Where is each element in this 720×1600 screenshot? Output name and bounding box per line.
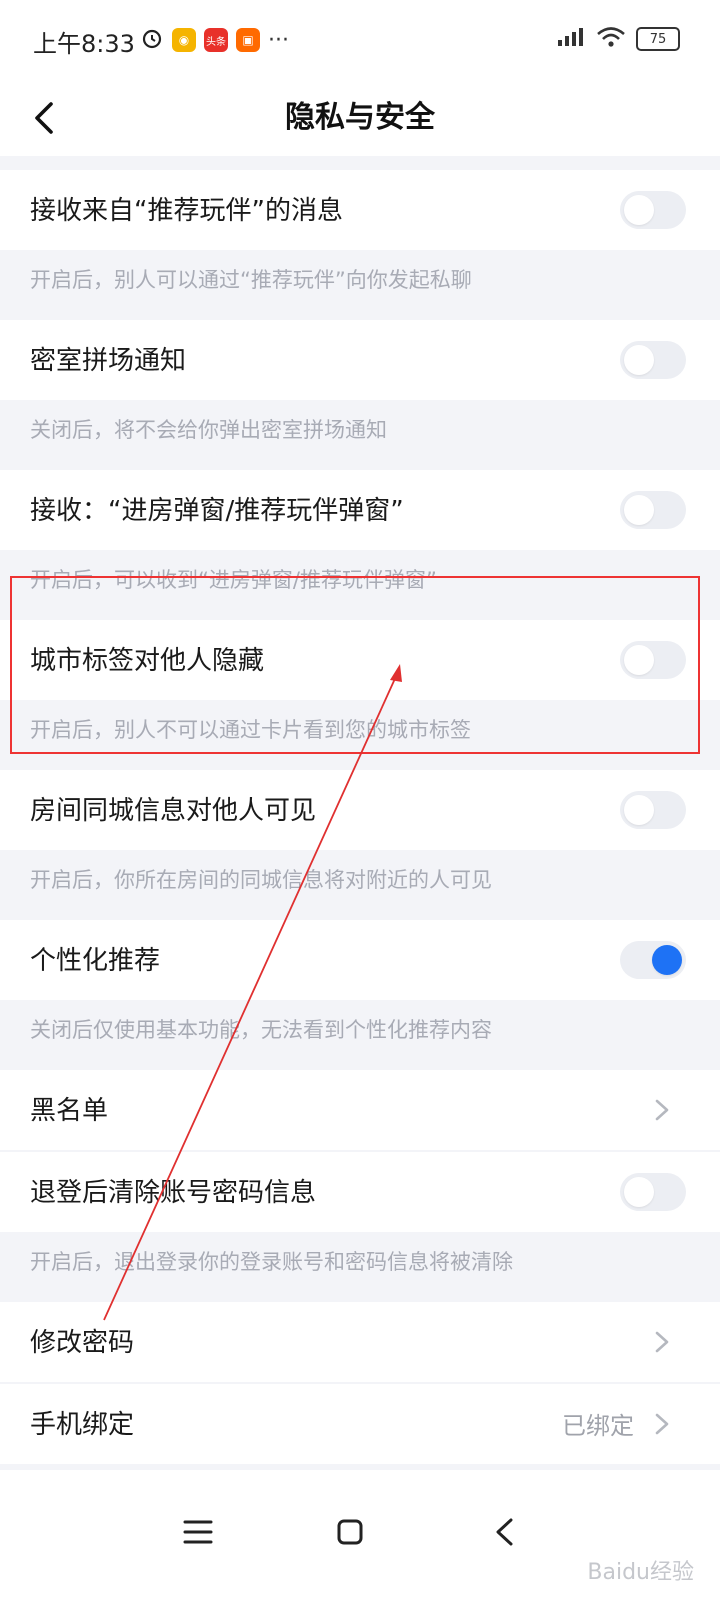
more-notifications-icon: ··· bbox=[268, 27, 289, 53]
description-text: 关闭后仅使用基本功能，无法看到个性化推荐内容 bbox=[30, 1018, 492, 1042]
setting-label: 密室拼场通知 bbox=[30, 346, 187, 376]
kuaishou-icon: ▣ bbox=[236, 28, 260, 52]
settings-list: 接收来自“推荐玩伴”的消息 开启后，别人可以通过“推荐玩伴”向你发起私聊 密室拼… bbox=[0, 170, 720, 1464]
escape-room-notify-toggle[interactable] bbox=[620, 341, 686, 379]
signal-icon bbox=[554, 26, 586, 52]
setting-label: 房间同城信息对他人可见 bbox=[30, 796, 317, 826]
setting-label: 退登后清除账号密码信息 bbox=[30, 1178, 317, 1208]
weibo-icon: ◉ bbox=[172, 28, 196, 52]
header: 隐私与安全 bbox=[0, 80, 720, 156]
description-text: 开启后，退出登录你的登录账号和密码信息将被清除 bbox=[30, 1250, 513, 1274]
description-text: 开启后，别人可以通过“推荐玩伴”向你发起私聊 bbox=[30, 268, 472, 292]
toggle-knob bbox=[624, 1177, 654, 1207]
setting-label: 个性化推荐 bbox=[30, 946, 161, 976]
setting-description: 关闭后仅使用基本功能，无法看到个性化推荐内容 bbox=[0, 1000, 720, 1070]
popup-receive-toggle[interactable] bbox=[620, 491, 686, 529]
setting-row-personalized: 个性化推荐 bbox=[0, 920, 720, 1000]
setting-label: 接收：“进房弹窗/推荐玩伴弹窗” bbox=[30, 496, 404, 526]
toggle-knob bbox=[624, 645, 654, 675]
setting-label: 城市标签对他人隐藏 bbox=[30, 646, 265, 676]
toggle-knob bbox=[624, 195, 654, 225]
hide-city-tag-toggle[interactable] bbox=[620, 641, 686, 679]
setting-row-blacklist[interactable]: 黑名单 bbox=[0, 1070, 720, 1150]
binding-status: 已绑定 bbox=[562, 1412, 634, 1440]
toggle-knob bbox=[624, 495, 654, 525]
description-text: 开启后，可以收到“进房弹窗/推荐玩伴弹窗” bbox=[30, 568, 437, 592]
setting-description: 开启后，你所在房间的同城信息将对附近的人可见 bbox=[0, 850, 720, 920]
setting-row-escape-room-notify: 密室拼场通知 bbox=[0, 320, 720, 400]
description-text: 开启后，你所在房间的同城信息将对附近的人可见 bbox=[30, 868, 492, 892]
home-square-icon bbox=[337, 1519, 363, 1545]
status-indicators: 75 bbox=[554, 26, 680, 52]
page-title: 隐私与安全 bbox=[285, 100, 435, 135]
setting-row-change-password[interactable]: 修改密码 bbox=[0, 1302, 720, 1382]
setting-row-clear-credentials: 退登后清除账号密码信息 bbox=[0, 1152, 720, 1232]
setting-description: 开启后，别人不可以通过卡片看到您的城市标签 bbox=[0, 700, 720, 770]
system-nav-bar: Baidu经验 bbox=[0, 1470, 720, 1600]
setting-description: 关闭后，将不会给你弹出密室拼场通知 bbox=[0, 400, 720, 470]
setting-description: 开启后，退出登录你的登录账号和密码信息将被清除 bbox=[0, 1232, 720, 1302]
setting-label: 接收来自“推荐玩伴”的消息 bbox=[30, 196, 343, 226]
setting-row-recommend-messages: 接收来自“推荐玩伴”的消息 bbox=[0, 170, 720, 250]
back-triangle-icon bbox=[496, 1518, 513, 1546]
watermark: Baidu经验 bbox=[587, 1560, 694, 1585]
wifi-icon bbox=[596, 26, 626, 52]
toggle-knob bbox=[624, 795, 654, 825]
recommend-messages-toggle[interactable] bbox=[620, 191, 686, 229]
clear-credentials-toggle[interactable] bbox=[620, 1173, 686, 1211]
status-bar: 上午8:33 ◉ 头条 ▣ ··· 75 bbox=[0, 0, 720, 80]
description-text: 关闭后，将不会给你弹出密室拼场通知 bbox=[30, 418, 387, 442]
setting-row-phone-binding[interactable]: 手机绑定 已绑定 bbox=[0, 1384, 720, 1464]
menu-icon bbox=[183, 1520, 213, 1544]
status-app-icons: ◉ 头条 ▣ ··· bbox=[140, 26, 289, 54]
description-text: 开启后，别人不可以通过卡片看到您的城市标签 bbox=[30, 718, 471, 742]
setting-row-hide-city-tag: 城市标签对他人隐藏 bbox=[0, 620, 720, 700]
menu-button[interactable] bbox=[170, 1504, 226, 1560]
status-time: 上午8:33 bbox=[33, 30, 135, 58]
toggle-knob bbox=[652, 945, 682, 975]
toggle-knob bbox=[624, 345, 654, 375]
chevron-right-icon bbox=[655, 1331, 669, 1353]
alarm-icon bbox=[140, 26, 164, 54]
setting-label: 修改密码 bbox=[30, 1328, 135, 1358]
room-city-visible-toggle[interactable] bbox=[620, 791, 686, 829]
setting-description: 开启后，可以收到“进房弹窗/推荐玩伴弹窗” bbox=[0, 550, 720, 620]
home-button[interactable] bbox=[322, 1504, 378, 1560]
battery-icon: 75 bbox=[636, 27, 680, 51]
setting-row-popup-receive: 接收：“进房弹窗/推荐玩伴弹窗” bbox=[0, 470, 720, 550]
setting-label: 手机绑定 bbox=[30, 1410, 135, 1440]
setting-description: 开启后，别人可以通过“推荐玩伴”向你发起私聊 bbox=[0, 250, 720, 320]
setting-row-room-city-visible: 房间同城信息对他人可见 bbox=[0, 770, 720, 850]
chevron-right-icon bbox=[655, 1099, 669, 1121]
system-back-button[interactable] bbox=[476, 1504, 532, 1560]
personalized-toggle[interactable] bbox=[620, 941, 686, 979]
toutiao-icon: 头条 bbox=[204, 28, 228, 52]
chevron-right-icon bbox=[655, 1413, 669, 1435]
setting-label: 黑名单 bbox=[30, 1096, 109, 1126]
